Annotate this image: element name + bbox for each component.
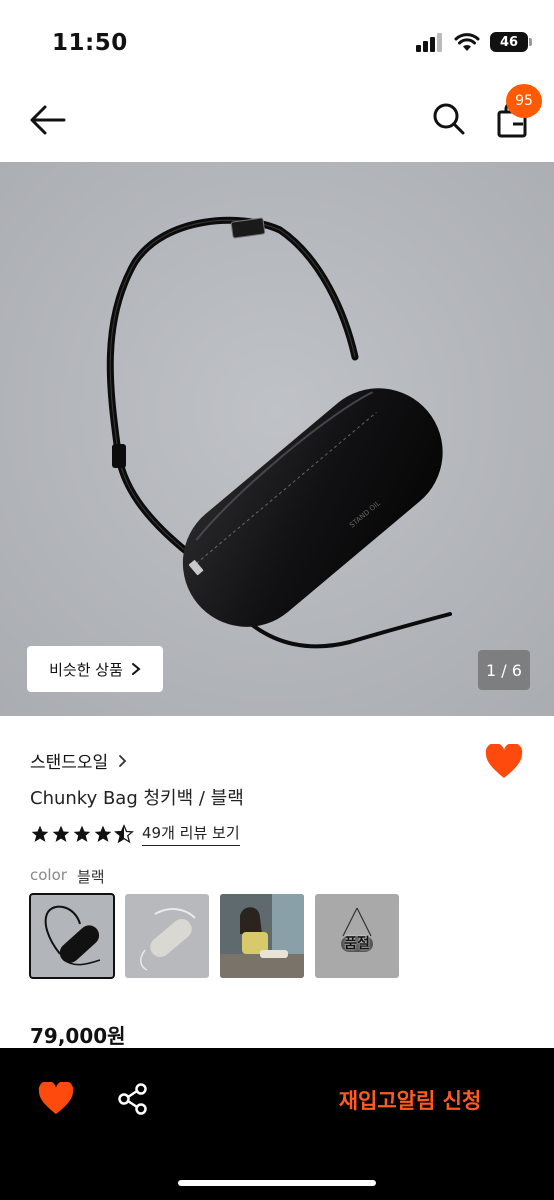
status-icons: 46 bbox=[416, 32, 532, 52]
home-indicator bbox=[178, 1180, 376, 1186]
soldout-label: 품절 bbox=[344, 936, 370, 952]
similar-products-button[interactable]: 비슷한 상품 bbox=[27, 646, 163, 692]
swatch-black[interactable] bbox=[29, 893, 115, 979]
cart-count-badge: 95 bbox=[506, 84, 542, 118]
battery-icon: 46 bbox=[490, 32, 532, 52]
restock-alert-button[interactable]: 재입고알림 신청 bbox=[300, 1082, 520, 1118]
heart-icon bbox=[485, 742, 523, 778]
brand-name: 스탠드오일 bbox=[30, 753, 109, 773]
image-counter: 1 / 6 bbox=[478, 650, 530, 690]
back-button[interactable] bbox=[28, 102, 68, 138]
chevron-right-icon bbox=[119, 754, 127, 767]
star-icon bbox=[73, 825, 91, 842]
rating-row: 49개 리뷰 보기 bbox=[30, 822, 240, 846]
share-icon bbox=[118, 1083, 147, 1115]
app-header: 95 bbox=[0, 82, 554, 162]
color-row: color 블랙 bbox=[30, 866, 105, 887]
half-star-icon bbox=[114, 824, 134, 844]
price: 79,000원 bbox=[30, 1024, 126, 1048]
color-swatches: 품절 bbox=[29, 893, 399, 979]
bottom-action-bar: 재입고알림 신청 bbox=[0, 1048, 554, 1200]
wishlist-button[interactable] bbox=[485, 742, 523, 780]
status-time: 11:50 bbox=[52, 30, 128, 56]
search-button[interactable] bbox=[430, 100, 468, 138]
star-icon bbox=[31, 825, 49, 842]
status-bar: 11:50 46 bbox=[0, 0, 554, 82]
product-name: Chunky Bag 청키백 / 블랙 bbox=[30, 788, 244, 809]
share-button[interactable] bbox=[116, 1082, 150, 1116]
rating-stars bbox=[30, 824, 134, 844]
model-photo-thumbnail bbox=[220, 894, 304, 978]
chevron-right-icon bbox=[131, 663, 141, 675]
wifi-icon bbox=[454, 33, 480, 51]
color-label: color bbox=[30, 866, 67, 884]
search-icon bbox=[433, 103, 465, 135]
swatch-model-photo[interactable] bbox=[220, 894, 304, 978]
bag-photo: STAND OIL bbox=[0, 162, 554, 716]
similar-products-label: 비슷한 상품 bbox=[49, 660, 123, 679]
signal-icon bbox=[416, 33, 442, 52]
back-arrow-icon bbox=[30, 105, 66, 135]
product-image-gallery[interactable]: STAND OIL 비슷한 상품 1 / 6 bbox=[0, 162, 554, 716]
star-icon bbox=[52, 825, 70, 842]
swatch-soldout[interactable]: 품절 bbox=[315, 894, 399, 978]
star-icon bbox=[94, 825, 112, 842]
reviews-link[interactable]: 49개 리뷰 보기 bbox=[142, 822, 240, 846]
brand-link[interactable]: 스탠드오일 bbox=[30, 748, 127, 773]
swatch-silver[interactable] bbox=[125, 894, 209, 978]
silver-bag-thumbnail bbox=[140, 908, 196, 971]
color-value: 블랙 bbox=[76, 868, 105, 886]
bottom-wishlist-button[interactable] bbox=[38, 1080, 74, 1116]
heart-icon bbox=[38, 1080, 74, 1115]
black-bag-thumbnail bbox=[44, 905, 101, 966]
